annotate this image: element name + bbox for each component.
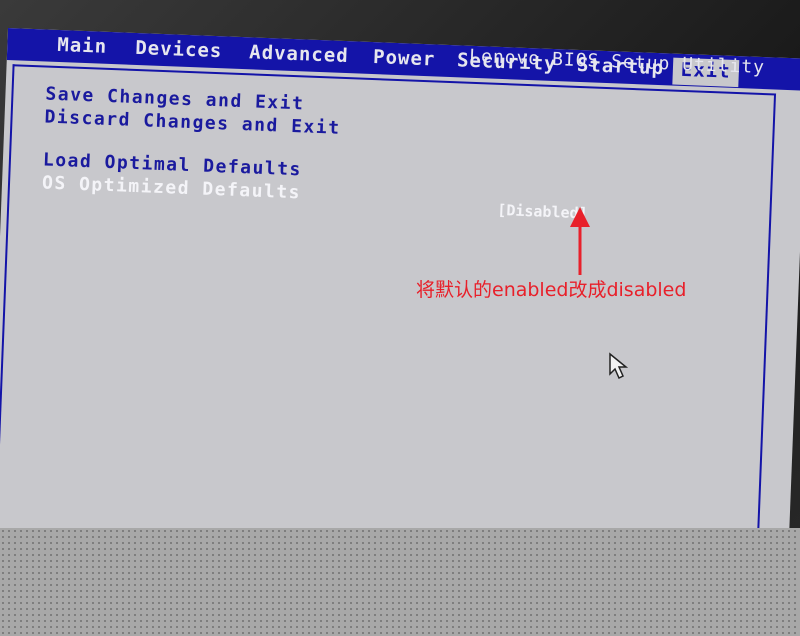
tab-devices[interactable]: Devices <box>135 37 223 62</box>
bios-screen: Main Devices Advanced Power Security Sta… <box>0 28 800 599</box>
photo: Main Devices Advanced Power Security Sta… <box>0 0 800 636</box>
red-arrow-icon <box>570 207 590 275</box>
mouse-pointer-icon <box>609 352 629 380</box>
content-frame <box>0 64 777 599</box>
tab-advanced[interactable]: Advanced <box>249 41 349 67</box>
bottom-band <box>0 528 800 636</box>
tab-main[interactable]: Main <box>57 34 108 58</box>
annotation-text: 将默认的enabled改成disabled <box>416 279 687 301</box>
tab-power[interactable]: Power <box>373 46 436 70</box>
